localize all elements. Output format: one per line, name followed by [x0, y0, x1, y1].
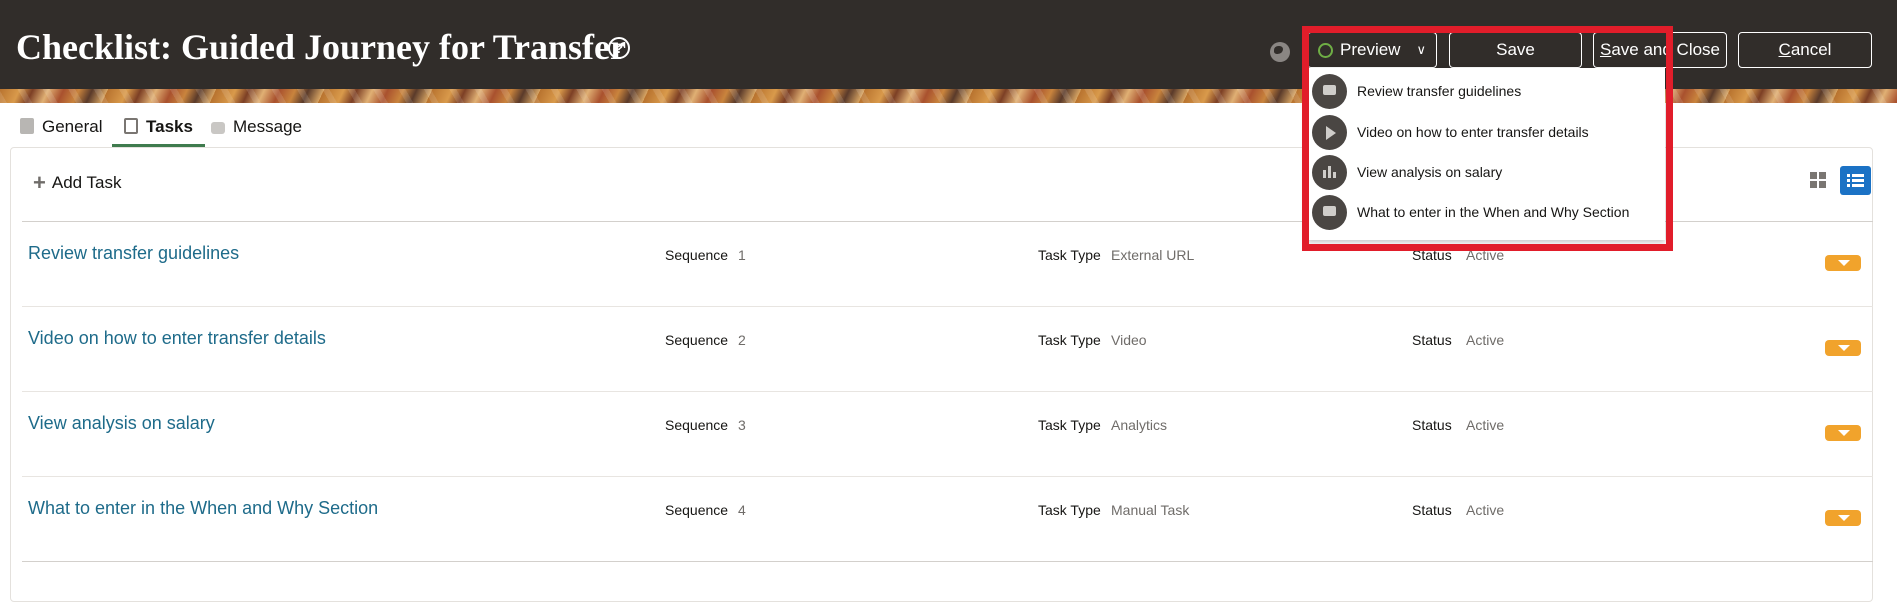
task-name-link[interactable]: Review transfer guidelines — [28, 243, 239, 264]
preview-menu-item[interactable]: Review transfer guidelines — [1307, 71, 1665, 111]
task-list: Review transfer guidelines Sequence 1 Ta… — [22, 221, 1873, 562]
status-label: Status — [1412, 332, 1452, 348]
list-view-icon[interactable] — [1840, 166, 1871, 195]
preview-menu-item[interactable]: Video on how to enter transfer details — [1307, 112, 1665, 152]
cancel-accesskey: C — [1778, 40, 1791, 59]
sequence-label: Sequence — [665, 502, 729, 518]
task-type-value: Analytics — [1111, 417, 1168, 433]
status-value: Active — [1466, 502, 1505, 518]
sequence-label: Sequence — [665, 332, 729, 348]
sequence-label: Sequence — [665, 417, 729, 433]
sequence-value: 2 — [738, 332, 746, 348]
row-actions-dropdown[interactable] — [1825, 340, 1861, 356]
document-icon — [20, 118, 34, 134]
task-type-label: Task Type — [1038, 417, 1101, 433]
preview-menu-item[interactable]: View analysis on salary — [1307, 152, 1665, 192]
help-icon[interactable]: ? — [608, 37, 630, 59]
table-row: View analysis on salary Sequence 3 Task … — [22, 392, 1873, 477]
sequence-label: Sequence — [665, 247, 729, 263]
chat-icon — [1312, 74, 1347, 109]
task-type-value: External URL — [1111, 247, 1195, 263]
save-and-close-accesskey: S — [1599, 40, 1612, 59]
tab-general[interactable]: General — [20, 113, 102, 147]
cancel-label: ancel — [1790, 40, 1832, 59]
grid-view-icon[interactable] — [1810, 172, 1826, 188]
row-actions-dropdown[interactable] — [1825, 255, 1861, 271]
play-icon — [1312, 115, 1347, 150]
sequence-value: 1 — [738, 247, 746, 263]
task-type-label: Task Type — [1038, 332, 1101, 348]
status-label: Status — [1412, 502, 1452, 518]
row-actions-dropdown[interactable] — [1825, 510, 1861, 526]
tab-tasks[interactable]: Tasks — [112, 113, 205, 147]
task-name-link[interactable]: View analysis on salary — [28, 413, 215, 434]
chat-icon — [1312, 195, 1347, 230]
preview-menu-item-label: What to enter in the When and Why Sectio… — [1357, 204, 1630, 220]
tab-general-label: General — [42, 117, 103, 136]
clipboard-icon — [124, 118, 138, 134]
page-title: Checklist: Guided Journey for Transfer — [16, 27, 626, 67]
save-button[interactable]: Save — [1449, 32, 1582, 68]
chart-icon — [1312, 155, 1347, 190]
save-and-close-button[interactable]: Save and Close — [1593, 32, 1727, 68]
plus-icon: + — [33, 170, 46, 195]
task-name-link[interactable]: What to enter in the When and Why Sectio… — [28, 498, 378, 519]
tab-message[interactable]: Message — [211, 113, 302, 147]
status-value: Active — [1466, 247, 1505, 263]
table-row: What to enter in the When and Why Sectio… — [22, 477, 1873, 562]
preview-button-label: Preview — [1340, 40, 1401, 59]
add-task-button[interactable]: + Add Task — [33, 170, 121, 196]
task-type-value: Manual Task — [1111, 502, 1190, 518]
task-name-link[interactable]: Video on how to enter transfer details — [28, 328, 326, 349]
sequence-value: 4 — [738, 502, 746, 518]
add-task-label: Add Task — [51, 173, 122, 192]
task-type-label: Task Type — [1038, 247, 1101, 263]
row-actions-dropdown[interactable] — [1825, 425, 1861, 441]
preview-menu-item[interactable]: What to enter in the When and Why Sectio… — [1307, 192, 1665, 232]
cancel-button[interactable]: Cancel — [1738, 32, 1872, 68]
preview-menu-item-label: Review transfer guidelines — [1357, 83, 1522, 99]
preview-menu-item-label: View analysis on salary — [1357, 164, 1503, 180]
preview-menu: Review transfer guidelines Video on how … — [1307, 68, 1665, 240]
table-row: Video on how to enter transfer details S… — [22, 307, 1873, 392]
status-value: Active — [1466, 332, 1505, 348]
status-label: Status — [1412, 417, 1452, 433]
task-type-value: Video — [1111, 332, 1147, 348]
chevron-down-icon: ∨ — [1416, 42, 1426, 57]
tab-message-label: Message — [233, 117, 302, 136]
tab-tasks-label: Tasks — [146, 117, 193, 136]
status-value: Active — [1466, 417, 1505, 433]
task-type-label: Task Type — [1038, 502, 1101, 518]
save-and-close-label: ave and Close — [1611, 40, 1721, 59]
preview-menu-item-label: Video on how to enter transfer details — [1357, 124, 1589, 140]
compass-icon — [1318, 43, 1333, 58]
sequence-value: 3 — [738, 417, 746, 433]
globe-icon[interactable] — [1270, 42, 1290, 62]
status-label: Status — [1412, 247, 1452, 263]
preview-button[interactable]: Preview ∨ — [1307, 32, 1437, 68]
message-icon — [211, 122, 225, 134]
